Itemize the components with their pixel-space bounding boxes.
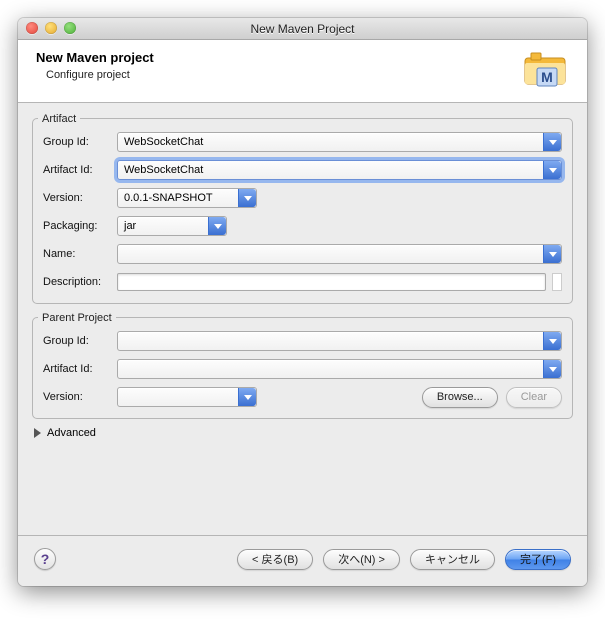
minimize-icon[interactable] [45,22,57,34]
next-button[interactable]: 次へ(N) > [323,549,400,570]
artifact-id-combo[interactable]: WebSocketChat [117,160,562,180]
dialog-window: New Maven Project New Maven project Conf… [18,18,587,586]
artifact-group: Artifact Group Id: WebSocketChat Artifac… [32,113,573,304]
parent-group: Parent Project Group Id: Artifact Id: [32,312,573,419]
close-icon[interactable] [26,22,38,34]
parent-artifact-id-label: Artifact Id: [43,363,111,375]
help-button[interactable]: ? [34,548,56,570]
artifact-id-value: WebSocketChat [124,164,203,176]
chevron-down-icon[interactable] [543,161,561,179]
version-combo[interactable]: 0.0.1-SNAPSHOT [117,188,257,208]
artifact-id-label: Artifact Id: [43,164,111,176]
chevron-down-icon[interactable] [543,245,561,263]
packaging-combo[interactable]: jar [117,216,227,236]
page-title: New Maven project [36,50,154,65]
chevron-down-icon[interactable] [543,360,561,378]
version-label: Version: [43,192,111,204]
zoom-icon[interactable] [64,22,76,34]
packaging-label: Packaging: [43,220,111,232]
artifact-legend: Artifact [38,113,80,125]
maven-wizard-icon: M [521,50,569,90]
footer: ? < 戻る(B) 次へ(N) > キャンセル 完了(F) [18,535,587,586]
name-combo[interactable] [117,244,562,264]
group-id-label: Group Id: [43,136,111,148]
chevron-down-icon[interactable] [238,388,256,406]
back-button[interactable]: < 戻る(B) [237,549,313,570]
parent-version-label: Version: [43,391,111,403]
group-id-combo[interactable]: WebSocketChat [117,132,562,152]
clear-button[interactable]: Clear [506,387,562,408]
cancel-button[interactable]: キャンセル [410,549,495,570]
svg-text:M: M [541,69,553,85]
body: Artifact Group Id: WebSocketChat Artifac… [18,103,587,535]
parent-artifact-id-combo[interactable] [117,359,562,379]
parent-group-id-combo[interactable] [117,331,562,351]
advanced-toggle[interactable]: Advanced [34,427,571,439]
packaging-value: jar [124,220,136,232]
advanced-label: Advanced [47,427,96,439]
window-title: New Maven Project [250,22,354,36]
parent-group-id-label: Group Id: [43,335,111,347]
description-field[interactable] [117,273,546,291]
page-subtitle: Configure project [46,69,154,81]
group-id-value: WebSocketChat [124,136,203,148]
chevron-down-icon[interactable] [543,332,561,350]
description-scrollbar[interactable] [552,273,562,291]
finish-button[interactable]: 完了(F) [505,549,571,570]
disclosure-triangle-icon [34,428,41,438]
parent-version-combo[interactable] [117,387,257,407]
chevron-down-icon[interactable] [208,217,226,235]
chevron-down-icon[interactable] [543,133,561,151]
header: New Maven project Configure project M [18,40,587,103]
version-value: 0.0.1-SNAPSHOT [124,192,213,204]
traffic-lights [26,22,76,34]
description-label: Description: [43,276,111,288]
parent-legend: Parent Project [38,312,116,324]
titlebar: New Maven Project [18,18,587,40]
name-label: Name: [43,248,111,260]
chevron-down-icon[interactable] [238,189,256,207]
browse-button[interactable]: Browse... [422,387,498,408]
